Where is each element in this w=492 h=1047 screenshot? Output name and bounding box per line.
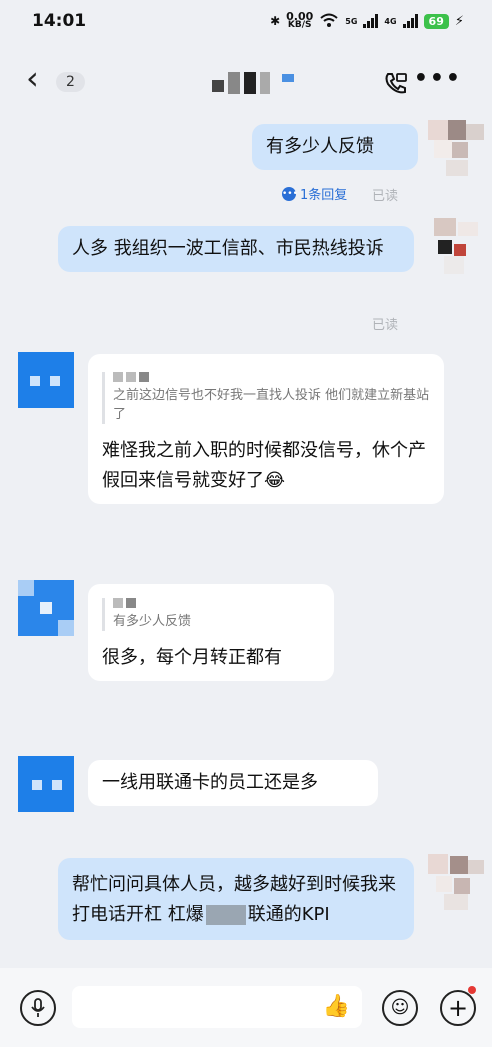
bluetooth-icon: ✱ [270, 14, 281, 28]
notification-dot [468, 986, 476, 994]
message-text: 难怪我之前入职的时候都没信号，休个产假回来信号就变好了😂 [102, 440, 426, 491]
read-receipt: 已读 [372, 189, 399, 204]
thumbs-up-icon[interactable]: 👍 [323, 994, 350, 1019]
chat-title-redacted[interactable] [212, 72, 294, 94]
reply-count-link[interactable]: ••• 1条回复 [282, 184, 347, 203]
charging-icon: ⚡ [454, 13, 464, 29]
message-input[interactable]: 👍 [72, 986, 362, 1028]
message-text: 联通的KPI [247, 904, 330, 925]
network-speed: 0.00 KB/S [286, 10, 314, 30]
signal-icon [363, 14, 379, 28]
wifi-icon [319, 12, 339, 31]
signal-icon-2 [402, 14, 418, 28]
emoji-icon[interactable]: ☺ [382, 990, 418, 1026]
back-arrow-icon[interactable]: ‹ [26, 62, 39, 94]
quoted-text: 有多少人反馈 [113, 614, 192, 629]
message-bubble[interactable]: 一线用联通卡的员工还是多 [88, 760, 378, 806]
message-bubble[interactable]: 有多少人反馈 很多，每个月转正都有 [88, 584, 334, 681]
quoted-text: 之前这边信号也不好我一直找人投诉 他们就建立新基站了 [113, 388, 430, 422]
my-avatar[interactable] [428, 120, 484, 176]
my-avatar[interactable] [428, 854, 484, 910]
quoted-message[interactable]: 之前这边信号也不好我一直找人投诉 他们就建立新基站了 [102, 372, 430, 424]
microphone-icon[interactable] [20, 990, 56, 1026]
battery-icon: 69 [423, 13, 449, 29]
input-bar: 👍 ☺ + [0, 968, 492, 1047]
status-bar: 14:01 ✱ 0.00 KB/S 5G 4G 69 ⚡ [0, 0, 492, 40]
message-bubble[interactable]: 之前这边信号也不好我一直找人投诉 他们就建立新基站了 难怪我之前入职的时候都没信… [88, 354, 444, 504]
quoted-sender-redacted [113, 598, 320, 608]
redacted-block [205, 905, 246, 925]
plus-icon[interactable]: + [440, 990, 476, 1026]
more-icon[interactable]: ••• [414, 66, 462, 91]
quoted-sender-redacted [113, 372, 430, 382]
my-avatar[interactable] [428, 218, 484, 274]
contact-avatar[interactable] [18, 352, 74, 408]
chat-header: ‹ 2 ••• [0, 56, 492, 108]
unread-count-badge[interactable]: 2 [56, 72, 85, 92]
reply-count-label: 1条回复 [300, 188, 348, 203]
message-bubble[interactable]: 有多少人反馈 [252, 124, 418, 170]
contact-avatar[interactable] [18, 580, 74, 636]
message-bubble[interactable]: 人多 我组织一波工信部、市民热线投诉 [58, 226, 414, 272]
status-icons: ✱ 0.00 KB/S 5G 4G 69 ⚡ [270, 11, 464, 31]
network-type-label-2: 4G [384, 16, 397, 26]
voice-video-call-icon[interactable] [382, 70, 410, 98]
clock: 14:01 [32, 11, 87, 31]
reply-icon: ••• [282, 186, 298, 201]
message-bubble[interactable]: 帮忙问问具体人员，越多越好到时候我来打电话开杠 杠爆 联通的KPI [58, 858, 414, 940]
network-type-label: 5G [345, 16, 358, 26]
quoted-message[interactable]: 有多少人反馈 [102, 598, 320, 631]
contact-avatar[interactable] [18, 756, 74, 812]
message-text: 很多，每个月转正都有 [102, 647, 282, 668]
read-receipt: 已读 [372, 318, 399, 333]
